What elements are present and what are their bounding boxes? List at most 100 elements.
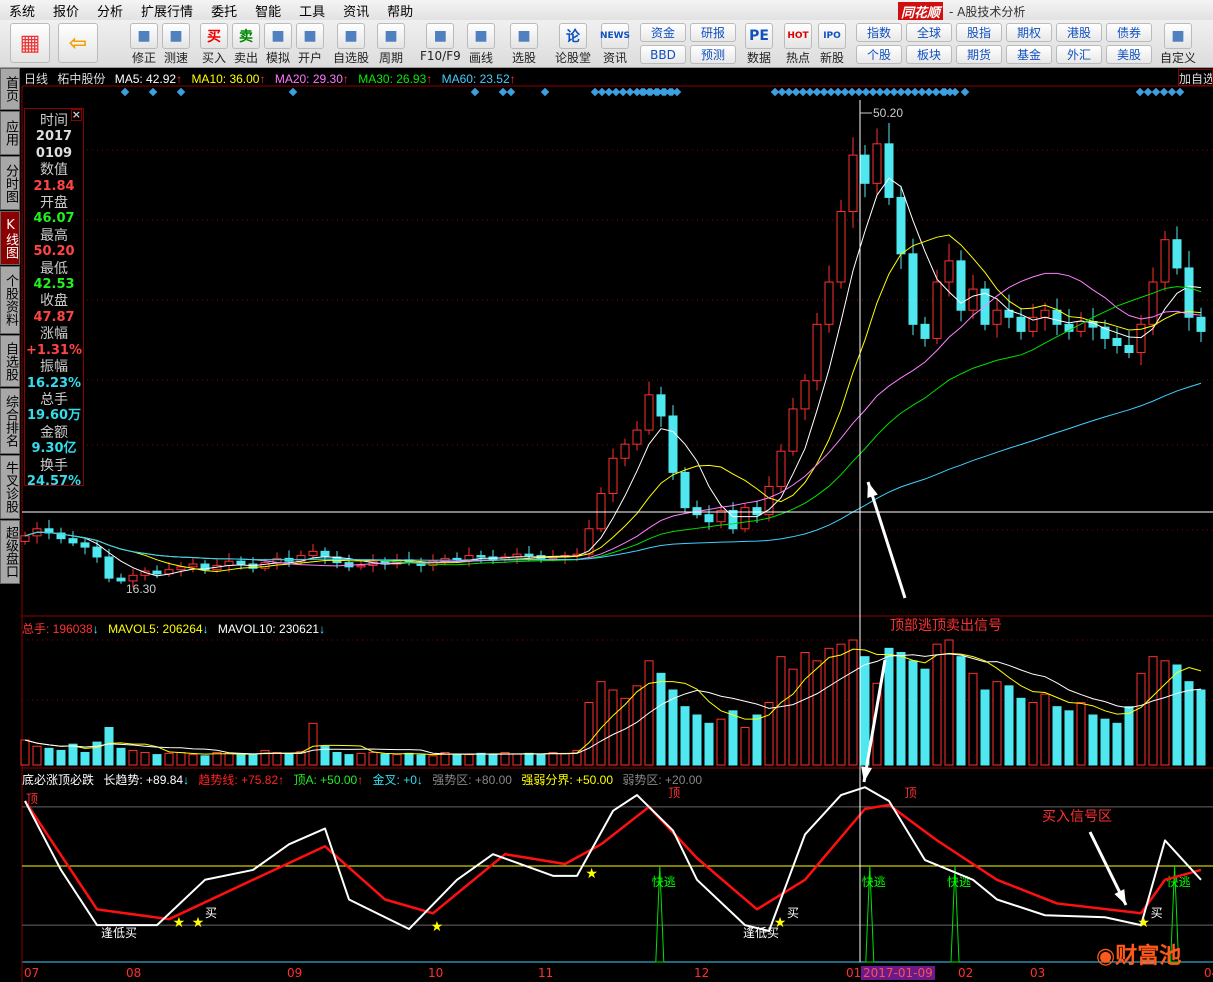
ma5-value: MA5: 42.92: [114, 72, 177, 86]
price-header: 日线 柘中股份 MA5: 42.92↑ MA10: 36.00↑ MA20: 2…: [24, 72, 516, 86]
volume-bar: [1160, 660, 1170, 766]
divider-value: 强弱分界: +50.00: [521, 773, 614, 787]
candle-body: [188, 563, 198, 568]
buy-zone-annotation: 买入信号区: [1042, 809, 1112, 825]
candle-body: [1196, 316, 1206, 332]
star-icon: ★: [192, 915, 205, 931]
info-volume: 19.60万: [26, 408, 82, 424]
signal-diamond: [1167, 87, 1177, 97]
volume-bar: [716, 718, 726, 766]
volume-label: 总手: [40, 391, 68, 408]
info-amount: 9.30亿: [31, 441, 77, 457]
cursor-date-label: 2017-01-09: [861, 966, 935, 980]
watermark-logo: ◉财富池: [1096, 944, 1182, 969]
signal-diamond: [950, 87, 960, 97]
volume-bar: [1100, 718, 1110, 766]
sell-signal-annotation: 顶部逃顶卖出信号: [890, 618, 1002, 634]
volume-bar: [608, 689, 618, 766]
close-icon[interactable]: ×: [70, 109, 82, 121]
candle-body: [320, 550, 330, 558]
volume-bar: [188, 754, 198, 766]
candle-body: [884, 143, 894, 198]
indicator-name[interactable]: 底必涨顶必跌: [22, 773, 94, 787]
volume-bar: [380, 753, 390, 766]
candle-body: [1160, 239, 1170, 283]
candle-body: [644, 394, 654, 431]
candle-body: [944, 260, 954, 283]
buy-label: 买: [787, 906, 799, 920]
info-close: 47.87: [33, 309, 75, 325]
low-price-marker: 16.30: [126, 582, 157, 596]
chart-canvas[interactable]: 快逃 快逃 快逃 快逃★ ★ ★★★ ★买买买逢低买 逢低买顶 顶顶: [0, 0, 1213, 982]
star-icon: ★: [585, 866, 598, 882]
volume-bar: [1184, 681, 1194, 766]
volume-bar: [656, 672, 666, 766]
volume-bar: [212, 752, 222, 766]
trend-line: [23, 800, 1202, 921]
volume-bar: [392, 754, 402, 766]
top-label: 顶: [905, 786, 917, 800]
info-high: 50.20: [33, 244, 75, 260]
volume-bar: [632, 685, 642, 766]
volume-bar: [1124, 706, 1134, 766]
volume-bar: [116, 747, 126, 766]
volume-header: 总手: 196038↓ MAVOL5: 206264↓ MAVOL10: 230…: [22, 622, 326, 636]
candle-body: [752, 507, 762, 516]
indicator-header: 底必涨顶必跌 长趋势: +89.84↓ 趋势线: +75.82↑ 顶A: +50…: [22, 773, 703, 787]
volume-bar: [800, 652, 810, 766]
close-label: 收盘: [40, 293, 68, 310]
change-label: 涨幅: [40, 326, 68, 343]
x-axis-tick: 10: [428, 966, 444, 980]
candle-body: [764, 485, 774, 516]
value-label: 数值: [40, 162, 68, 179]
volume-bar: [884, 647, 894, 766]
candle-body: [680, 471, 690, 509]
buy-label: 买: [205, 906, 217, 920]
candle-body: [476, 555, 486, 558]
volume-bar: [860, 656, 870, 766]
volume-bar: [992, 681, 1002, 766]
volume-bar: [788, 668, 798, 766]
volume-bar: [680, 706, 690, 766]
x-axis-tick: 12: [694, 966, 710, 980]
top-label: 顶: [26, 792, 38, 806]
candle-body: [1148, 281, 1158, 325]
volume-bar: [536, 754, 546, 766]
add-to-watchlist-button[interactable]: 加自选: [1178, 69, 1213, 86]
signal-diamond: [498, 87, 508, 97]
candle-body: [1040, 309, 1050, 318]
long-trend-value: 长趋势: +89.84: [103, 773, 184, 787]
volume-bar: [44, 747, 54, 766]
volume-bar: [224, 752, 234, 766]
volume-bar: [1112, 722, 1122, 766]
volume-bar: [512, 753, 522, 766]
ma10-line: [24, 234, 1202, 573]
volume-bar: [1052, 706, 1062, 766]
volume-bar: [104, 727, 114, 766]
candle-body: [1016, 316, 1026, 332]
volume-bar: [596, 681, 606, 766]
volume-bar: [824, 647, 834, 766]
candle-body: [20, 535, 30, 542]
volume-bar: [308, 722, 318, 766]
volume-bar: [740, 727, 750, 766]
signal-diamond: [672, 87, 682, 97]
candle-body: [596, 493, 606, 530]
candle-body: [1052, 309, 1062, 325]
candle-body: [824, 281, 834, 325]
candle-body: [836, 211, 846, 283]
candle-body: [116, 577, 126, 582]
volume-bar: [776, 656, 786, 766]
candle-body: [524, 553, 534, 557]
x-axis-tick: 02: [958, 966, 974, 980]
amplitude-label: 振幅: [40, 359, 68, 376]
signal-diamond: [120, 87, 130, 97]
volume-bar: [68, 743, 78, 766]
volume-bar: [356, 752, 366, 766]
volume-bar: [1016, 697, 1026, 766]
volume-bar: [668, 689, 678, 766]
x-axis-tick: 08: [126, 966, 142, 980]
candle-body: [740, 507, 750, 530]
candle-body: [152, 570, 162, 575]
volume-bar: [284, 752, 294, 766]
